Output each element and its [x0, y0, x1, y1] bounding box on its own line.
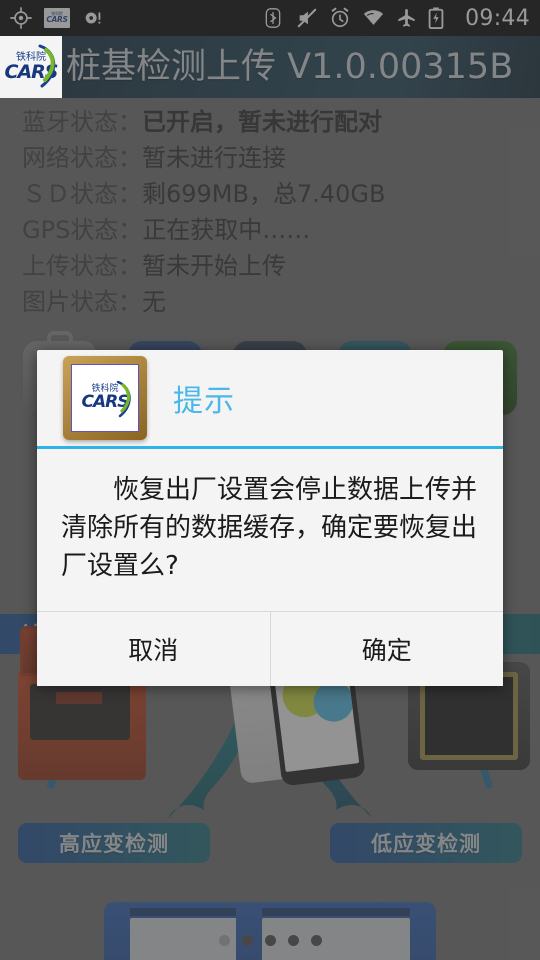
dialog-header: 铁科院 CARS 提示	[37, 350, 503, 446]
dialog-actions: 取消 确定	[37, 612, 503, 686]
dialog-message: 恢复出厂设置会停止数据上传并清除所有的数据缓存，确定要恢复出厂设置么?	[61, 475, 478, 581]
cancel-button[interactable]: 取消	[37, 612, 270, 686]
phone-screen: 铁科院 CARS 铁科院 CARS 提示 恢复出厂设置会停止数据上传并清除所有的…	[0, 0, 540, 960]
dialog-cars-logo-inner: 铁科院 CARS	[71, 364, 139, 432]
confirm-dialog: 铁科院 CARS 提示 恢复出厂设置会停止数据上传并清除所有的数据缓存，确定要恢…	[37, 350, 503, 686]
dialog-logo-swoosh-icon	[116, 380, 131, 418]
app-logo-swoosh-icon	[38, 44, 56, 88]
app-logo: 铁科院 CARS	[0, 36, 62, 98]
dialog-title: 提示	[173, 384, 235, 419]
dialog-cars-logo: 铁科院 CARS	[63, 356, 147, 440]
confirm-button[interactable]: 确定	[270, 612, 503, 686]
